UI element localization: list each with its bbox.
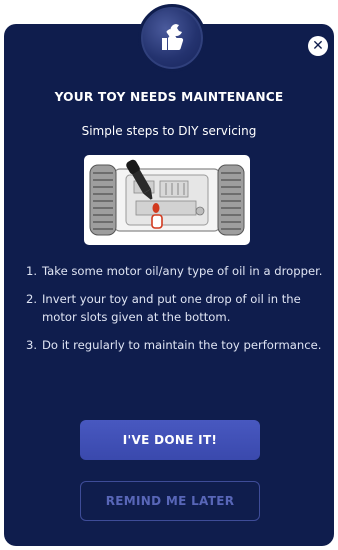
remind-later-button[interactable]: REMIND ME LATER <box>80 481 260 521</box>
step-text: Invert your toy and put one drop of oil … <box>42 292 301 324</box>
modal-title: YOUR TOY NEEDS MAINTENANCE <box>54 90 284 104</box>
step-text: Do it regularly to maintain the toy perf… <box>42 338 322 352</box>
thumbs-up-wrench-icon <box>138 4 206 72</box>
close-icon: ✕ <box>312 38 324 54</box>
list-item: 3. Do it regularly to maintain the toy p… <box>26 336 326 354</box>
step-text: Take some motor oil/any type of oil in a… <box>42 264 323 278</box>
done-button[interactable]: I'VE DONE IT! <box>80 420 260 460</box>
step-number: 2. <box>26 292 38 306</box>
close-button[interactable]: ✕ <box>308 36 328 56</box>
step-number: 1. <box>26 264 38 278</box>
modal-subtitle: Simple steps to DIY servicing <box>81 124 257 138</box>
screen: ✕ YOUR TOY NEEDS MAINTENANCE Simple step… <box>0 0 338 550</box>
toy-car-oil-dropper-illustration <box>84 155 250 245</box>
instruction-steps: 1. Take some motor oil/any type of oil i… <box>26 262 326 364</box>
list-item: 1. Take some motor oil/any type of oil i… <box>26 262 326 280</box>
list-item: 2. Invert your toy and put one drop of o… <box>26 290 326 326</box>
step-number: 3. <box>26 338 38 352</box>
